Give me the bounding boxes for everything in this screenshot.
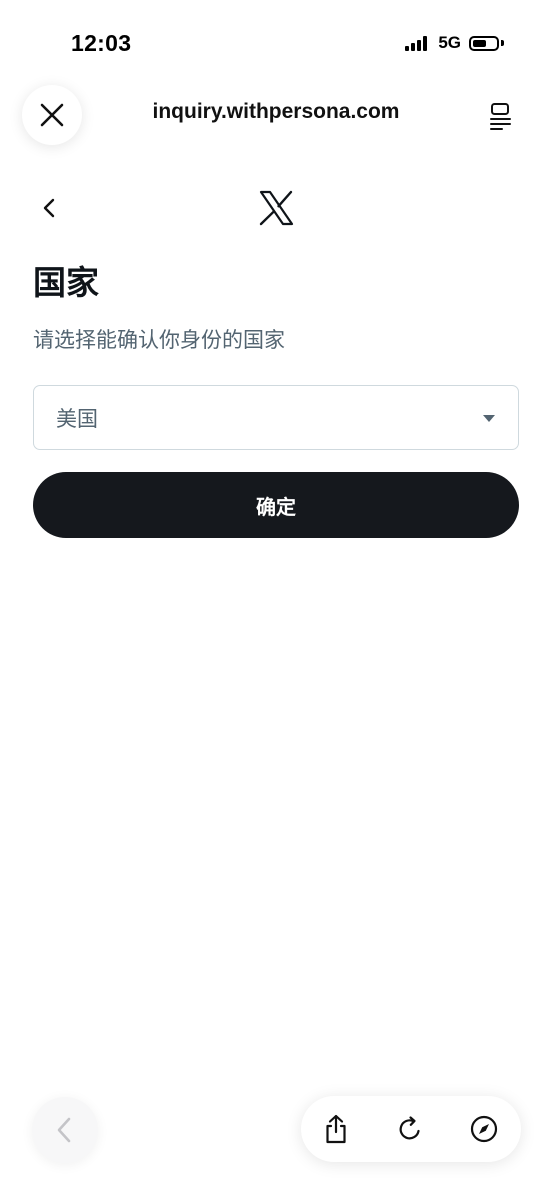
share-button[interactable]: [320, 1113, 352, 1145]
compass-icon: [470, 1115, 498, 1143]
status-indicators: 5G: [405, 33, 504, 53]
page-subtitle: 请选择能确认你身份的国家: [33, 329, 285, 352]
network-type: 5G: [438, 33, 461, 52]
page-title: 国家: [33, 264, 99, 301]
reload-icon: [399, 1116, 420, 1140]
back-icon: [57, 1117, 71, 1143]
status-time: 12:03: [71, 30, 132, 56]
signal-icon: [405, 35, 428, 51]
x-logo-icon: [258, 190, 294, 226]
country-select-value: 美国: [56, 407, 98, 431]
confirm-button[interactable]: 确定: [33, 472, 519, 538]
browser-back-button[interactable]: [32, 1097, 98, 1163]
screen: 12:03 5G inquiry.withpersona.com 国家 请选择能…: [0, 0, 552, 1200]
battery-cap: [501, 40, 504, 46]
share-icon: [326, 1114, 346, 1144]
country-select[interactable]: 美国: [33, 385, 519, 450]
reload-button[interactable]: [394, 1113, 426, 1145]
browser-toolbar: [301, 1096, 521, 1162]
reader-mode-icon: [490, 103, 511, 130]
chevron-left-icon: [43, 198, 55, 218]
url-label[interactable]: inquiry.withpersona.com: [0, 100, 552, 124]
reader-mode-button[interactable]: [488, 101, 514, 131]
battery-level: [473, 39, 486, 47]
compass-button[interactable]: [468, 1113, 500, 1145]
page-back-button[interactable]: [36, 194, 64, 222]
battery-icon: [469, 35, 499, 51]
caret-down-icon: [483, 414, 495, 422]
